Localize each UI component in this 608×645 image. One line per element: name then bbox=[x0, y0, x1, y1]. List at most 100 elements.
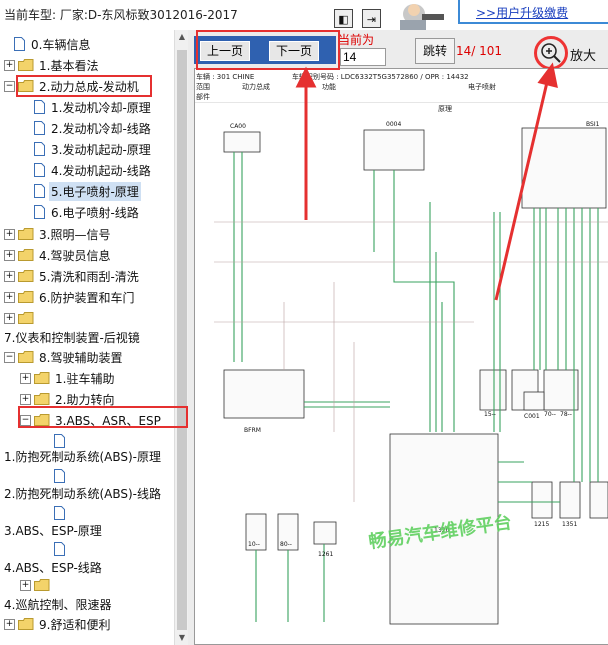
component-label: BFRM bbox=[244, 427, 261, 434]
component-label: 15-- bbox=[484, 411, 496, 418]
scroll-thumb[interactable] bbox=[177, 50, 187, 630]
page-count: 14/ 101 bbox=[456, 44, 503, 58]
tree-item-label bbox=[69, 548, 73, 550]
tree-item-label: 1.基本看法 bbox=[39, 58, 99, 73]
tree-item[interactable]: 4.ABS、ESP-线路 bbox=[2, 557, 104, 577]
tree-item-label: 8.驾驶辅助装置 bbox=[39, 350, 123, 365]
folder-icon bbox=[18, 312, 34, 324]
tree-item[interactable]: 4.巡航控制、限速器 bbox=[2, 594, 113, 614]
folder-icon bbox=[18, 228, 34, 240]
tree-item-label: 5.清洗和雨刮-清洗 bbox=[39, 269, 139, 284]
tree-item-label: 3.照明—信号 bbox=[39, 227, 111, 242]
tree-item[interactable]: 1.防抱死制动系统(ABS)-原理 bbox=[2, 446, 163, 466]
expand-icon[interactable]: + bbox=[4, 270, 15, 282]
sidebar-scrollbar[interactable]: ▲ ▼ bbox=[174, 30, 189, 645]
component-label: 80-- bbox=[280, 541, 292, 548]
tree-item[interactable]: 0.车辆信息 bbox=[14, 34, 92, 54]
tree-item-label: 4.ABS、ESP-线路 bbox=[4, 560, 102, 575]
tree-item[interactable]: + 1.基本看法 bbox=[4, 55, 100, 75]
folder-icon bbox=[34, 372, 50, 384]
function-value: 电子喷射 bbox=[468, 83, 496, 91]
tree-item-label: 2.防抱死制动系统(ABS)-线路 bbox=[4, 486, 161, 501]
document-icon bbox=[34, 121, 45, 135]
tree-item-label: 4.巡航控制、限速器 bbox=[4, 597, 112, 612]
expand-icon[interactable]: + bbox=[4, 312, 15, 324]
tree-item-label: 4.驾驶员信息 bbox=[39, 248, 111, 263]
component-label: 78-- bbox=[560, 411, 572, 418]
tree-item[interactable]: + bbox=[20, 575, 57, 595]
tree-item[interactable]: + 4.驾驶员信息 bbox=[4, 245, 112, 265]
current-page-label: 当前为 bbox=[338, 33, 375, 47]
tree-item[interactable]: 7.仪表和控制装置-后视镜 bbox=[2, 327, 142, 347]
expand-icon[interactable]: + bbox=[20, 579, 31, 591]
folder-icon bbox=[18, 618, 34, 630]
expand-icon[interactable]: + bbox=[4, 618, 15, 630]
tree-item[interactable]: + 1.驻车辅助 bbox=[20, 368, 116, 388]
tree-item[interactable]: 3.ABS、ESP-原理 bbox=[2, 520, 104, 540]
document-icon bbox=[34, 142, 45, 156]
tree-item[interactable]: 3.发动机起动-原理 bbox=[34, 139, 153, 159]
tree-item-label: 9.舒适和便利 bbox=[39, 617, 111, 632]
collapse-icon[interactable]: − bbox=[4, 351, 15, 363]
tree-item[interactable]: + bbox=[4, 308, 41, 328]
scroll-up-icon[interactable]: ▲ bbox=[175, 30, 189, 44]
tree-item-selected[interactable]: 5.电子喷射-原理 bbox=[34, 181, 141, 201]
scroll-down-icon[interactable]: ▼ bbox=[175, 631, 189, 645]
prev-view-button[interactable]: ◧ bbox=[334, 9, 353, 28]
open-folder-icon bbox=[18, 351, 34, 363]
tree-item[interactable]: − 8.驾驶辅助装置 bbox=[4, 347, 124, 367]
wiring-diagram: CA00 0004 BSI1 BFRM C001 1320 1261 1215 … bbox=[194, 102, 608, 625]
tree-item[interactable]: + 3.照明—信号 bbox=[4, 224, 112, 244]
folder-icon bbox=[18, 270, 34, 282]
tree-item[interactable]: + 6.防护装置和车门 bbox=[4, 287, 136, 307]
tree-item[interactable]: + 9.舒适和便利 bbox=[4, 614, 112, 634]
next-view-button[interactable]: ⇥ bbox=[362, 9, 381, 28]
tree-item[interactable] bbox=[54, 539, 73, 559]
function-label: 功能 bbox=[322, 83, 336, 91]
component-label: 70-- bbox=[544, 411, 556, 418]
folder-icon bbox=[34, 393, 50, 405]
expand-icon[interactable]: + bbox=[4, 249, 15, 261]
tree-item[interactable]: 2.防抱死制动系统(ABS)-线路 bbox=[2, 483, 163, 503]
document-icon bbox=[34, 205, 45, 219]
folder-icon bbox=[18, 291, 34, 303]
tree-item[interactable]: 4.发动机起动-线路 bbox=[34, 160, 153, 180]
folder-icon bbox=[18, 249, 34, 261]
folder-icon bbox=[34, 579, 50, 591]
tree-item-label: 5.电子喷射-原理 bbox=[49, 181, 141, 201]
component-label: 1351 bbox=[562, 521, 577, 528]
component-label: BSI1 bbox=[586, 121, 600, 128]
document-icon bbox=[34, 100, 45, 114]
tree-item-label: 1.驻车辅助 bbox=[55, 371, 115, 386]
collapse-icon[interactable]: − bbox=[4, 80, 15, 92]
highlight-box-powertrain bbox=[16, 75, 152, 97]
tree-item-label: 0.车辆信息 bbox=[31, 37, 91, 52]
document-icon bbox=[34, 163, 45, 177]
vin-text: 车辆识别号码 : LDC6332T5G3572860 / OPR : 14432 bbox=[292, 73, 469, 81]
page-number-input[interactable] bbox=[340, 48, 386, 66]
tree-item-label bbox=[37, 317, 41, 319]
scope-label: 范围 bbox=[196, 83, 210, 91]
jump-button[interactable]: 跳转 bbox=[415, 38, 455, 64]
scope-value: 动力总成 bbox=[242, 83, 270, 91]
zoom-button[interactable] bbox=[534, 36, 568, 70]
component-label: 1261 bbox=[318, 551, 333, 558]
tree-item[interactable]: 2.发动机冷却-线路 bbox=[34, 118, 153, 138]
component-label: CA00 bbox=[230, 123, 246, 130]
tree-item[interactable]: 6.电子喷射-线路 bbox=[34, 202, 141, 222]
expand-icon[interactable]: + bbox=[20, 372, 31, 384]
tree-item[interactable]: 1.发动机冷却-原理 bbox=[34, 97, 153, 117]
part-label: 部件 bbox=[196, 93, 210, 101]
component-label: 10-- bbox=[248, 541, 260, 548]
vehicle-text: 车辆 : 301 CHINE bbox=[196, 73, 255, 81]
expand-icon[interactable]: + bbox=[20, 393, 31, 405]
upgrade-link[interactable]: >>用户升级缴费 bbox=[476, 4, 568, 21]
expand-icon[interactable]: + bbox=[4, 291, 15, 303]
document-icon bbox=[34, 184, 45, 198]
tree-item[interactable]: + 5.清洗和雨刮-清洗 bbox=[4, 266, 141, 286]
document-icon bbox=[14, 37, 25, 51]
tree-item-label: 7.仪表和控制装置-后视镜 bbox=[4, 330, 140, 345]
expand-icon[interactable]: + bbox=[4, 228, 15, 240]
zoom-label[interactable]: 放大 bbox=[570, 45, 596, 64]
expand-icon[interactable]: + bbox=[4, 59, 15, 71]
